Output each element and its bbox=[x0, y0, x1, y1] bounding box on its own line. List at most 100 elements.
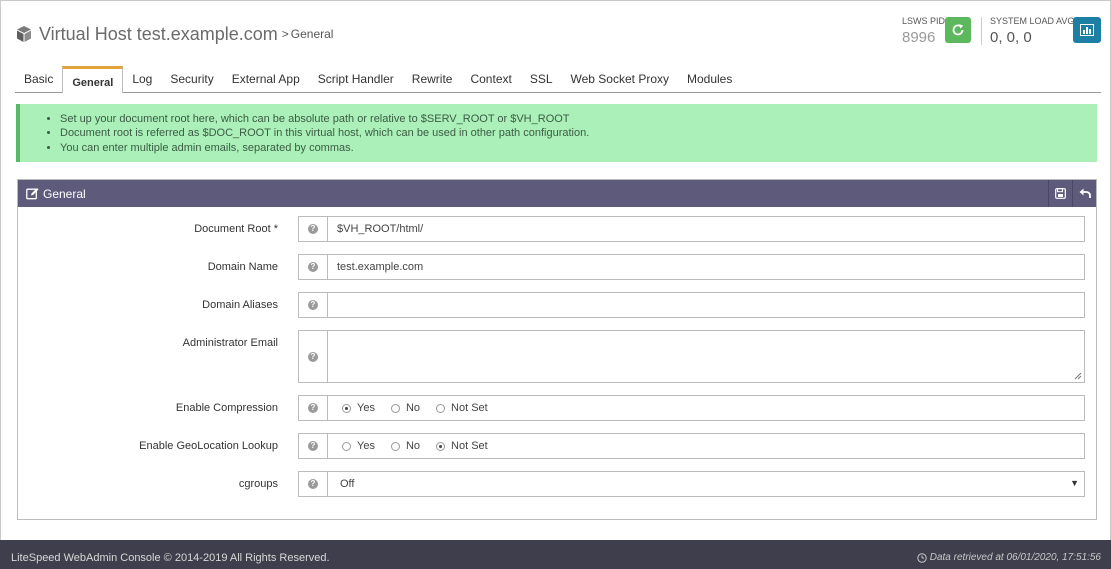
help-icon: ? bbox=[308, 224, 318, 234]
enable-geolocation-group: Yes No Not Set bbox=[327, 433, 1085, 459]
radio-label: Yes bbox=[357, 402, 375, 414]
row-enable-geolocation: Enable GeoLocation Lookup ? Yes No Not S… bbox=[18, 433, 1098, 459]
pid-label: LSWS PID bbox=[902, 16, 946, 26]
help-icon: ? bbox=[308, 262, 318, 272]
tab-web-socket-proxy[interactable]: Web Socket Proxy bbox=[562, 66, 678, 92]
geolocation-radio-no[interactable]: No bbox=[390, 440, 421, 452]
domain-aliases-input[interactable] bbox=[327, 292, 1085, 318]
info-item: Set up your document root here, which ca… bbox=[60, 112, 1097, 126]
cgroups-label: cgroups bbox=[238, 478, 278, 490]
panel-title: General bbox=[43, 186, 86, 201]
page-header: Virtual Host test.example.com > General bbox=[15, 19, 333, 49]
tab-rewrite[interactable]: Rewrite bbox=[403, 66, 462, 92]
info-list: Set up your document root here, which ca… bbox=[60, 112, 1097, 155]
breadcrumb-separator: > bbox=[281, 27, 289, 41]
domain-name-input[interactable]: test.example.com bbox=[327, 254, 1085, 280]
cube-icon bbox=[17, 26, 31, 42]
document-root-label: Document Root * bbox=[194, 223, 278, 235]
general-panel: General Document Root * ? $VH_ROOT/html/… bbox=[17, 179, 1097, 520]
back-button[interactable] bbox=[1072, 180, 1096, 207]
tab-script-handler[interactable]: Script Handler bbox=[309, 66, 403, 92]
radio-label: No bbox=[405, 440, 421, 452]
geolocation-radio-yes[interactable]: Yes bbox=[342, 440, 375, 452]
row-domain-aliases: Domain Aliases ? bbox=[18, 292, 1098, 318]
document-root-input[interactable]: $VH_ROOT/html/ bbox=[327, 216, 1085, 242]
pid-block: LSWS PID 8996 bbox=[902, 16, 945, 46]
help-icon: ? bbox=[308, 351, 318, 362]
app-window: Virtual Host test.example.com > General … bbox=[0, 0, 1111, 540]
help-icon: ? bbox=[308, 479, 318, 489]
radio-unchecked-icon bbox=[390, 441, 400, 451]
tab-basic[interactable]: Basic bbox=[15, 66, 62, 92]
info-box: Set up your document root here, which ca… bbox=[16, 104, 1097, 162]
stats-button[interactable] bbox=[1073, 17, 1101, 43]
admin-email-textarea[interactable] bbox=[327, 330, 1085, 383]
panel-header: General bbox=[18, 180, 1096, 207]
document-root-help[interactable]: ? bbox=[298, 216, 327, 242]
panel-actions bbox=[1048, 180, 1096, 207]
radio-checked-icon bbox=[342, 403, 351, 413]
refresh-icon bbox=[952, 24, 964, 36]
enable-geolocation-help[interactable]: ? bbox=[298, 433, 327, 459]
info-item: Document root is referred as $DOC_ROOT i… bbox=[60, 126, 1097, 140]
compression-radio-yes[interactable]: Yes bbox=[342, 402, 375, 414]
tab-log[interactable]: Log bbox=[123, 66, 161, 92]
footer-copyright: LiteSpeed WebAdmin Console © 2014-2019 A… bbox=[11, 552, 330, 564]
radio-unchecked-icon bbox=[342, 441, 351, 451]
radio-label: Not Set bbox=[451, 440, 488, 452]
enable-compression-group: Yes No Not Set bbox=[327, 395, 1085, 421]
row-admin-email: Administrator Email ? bbox=[18, 330, 1098, 383]
undo-icon bbox=[1079, 188, 1091, 198]
restart-button[interactable] bbox=[945, 17, 971, 43]
help-icon: ? bbox=[308, 403, 318, 413]
compression-radio-group: Yes No Not Set bbox=[337, 402, 504, 414]
save-icon bbox=[1055, 188, 1066, 199]
tab-context[interactable]: Context bbox=[461, 66, 520, 92]
enable-compression-help[interactable]: ? bbox=[298, 395, 327, 421]
info-item: You can enter multiple admin emails, sep… bbox=[60, 141, 1097, 155]
page-title: Virtual Host test.example.com bbox=[39, 23, 278, 44]
retrieved-text: Data retrieved at 06/01/2020, 17:51:56 bbox=[929, 552, 1101, 563]
radio-unchecked-icon bbox=[390, 403, 400, 413]
compression-radio-no[interactable]: No bbox=[390, 402, 421, 414]
tab-ssl[interactable]: SSL bbox=[521, 66, 562, 92]
load-label: SYSTEM LOAD AVG bbox=[990, 16, 1075, 26]
domain-aliases-label: Domain Aliases bbox=[202, 299, 278, 311]
tab-general[interactable]: General bbox=[62, 66, 124, 93]
admin-email-help[interactable]: ? bbox=[298, 330, 327, 383]
admin-email-label: Administrator Email bbox=[182, 337, 278, 349]
tab-bar: Basic General Log Security External App … bbox=[15, 66, 1101, 93]
geolocation-radio-group: Yes No Not Set bbox=[337, 440, 504, 452]
load-block: SYSTEM LOAD AVG 0, 0, 0 bbox=[990, 16, 1074, 46]
caret-down-icon: ▼ bbox=[1070, 478, 1079, 488]
tab-security[interactable]: Security bbox=[161, 66, 222, 92]
radio-checked-icon bbox=[436, 441, 446, 451]
header-divider bbox=[981, 17, 982, 45]
row-domain-name: Domain Name ? test.example.com bbox=[18, 254, 1098, 280]
cgroups-help[interactable]: ? bbox=[298, 471, 327, 497]
tab-modules[interactable]: Modules bbox=[678, 66, 741, 92]
radio-label: Not Set bbox=[451, 402, 488, 414]
tab-external-app[interactable]: External App bbox=[223, 66, 309, 92]
footer: LiteSpeed WebAdmin Console © 2014-2019 A… bbox=[0, 540, 1111, 569]
pid-value: 8996 bbox=[902, 29, 936, 46]
cgroups-select[interactable]: Off ▼ bbox=[327, 471, 1085, 497]
help-icon: ? bbox=[308, 441, 318, 451]
footer-retrieved: Data retrieved at 06/01/2020, 17:51:56 bbox=[917, 552, 1101, 563]
domain-name-help[interactable]: ? bbox=[298, 254, 327, 280]
breadcrumb-current: General bbox=[290, 27, 334, 41]
enable-compression-label: Enable Compression bbox=[175, 402, 278, 414]
row-cgroups: cgroups ? Off ▼ bbox=[18, 471, 1098, 497]
edit-icon bbox=[26, 188, 39, 200]
domain-aliases-help[interactable]: ? bbox=[298, 292, 327, 318]
geolocation-radio-not-set[interactable]: Not Set bbox=[436, 440, 488, 452]
save-button[interactable] bbox=[1048, 180, 1072, 207]
enable-geolocation-label: Enable GeoLocation Lookup bbox=[139, 440, 278, 452]
row-document-root: Document Root * ? $VH_ROOT/html/ bbox=[18, 216, 1098, 242]
help-icon: ? bbox=[308, 300, 318, 310]
bar-chart-icon bbox=[1080, 24, 1094, 36]
load-value: 0, 0, 0 bbox=[990, 29, 1032, 46]
resize-grip-icon[interactable] bbox=[1074, 372, 1082, 380]
compression-radio-not-set[interactable]: Not Set bbox=[436, 402, 488, 414]
radio-label: No bbox=[405, 402, 421, 414]
